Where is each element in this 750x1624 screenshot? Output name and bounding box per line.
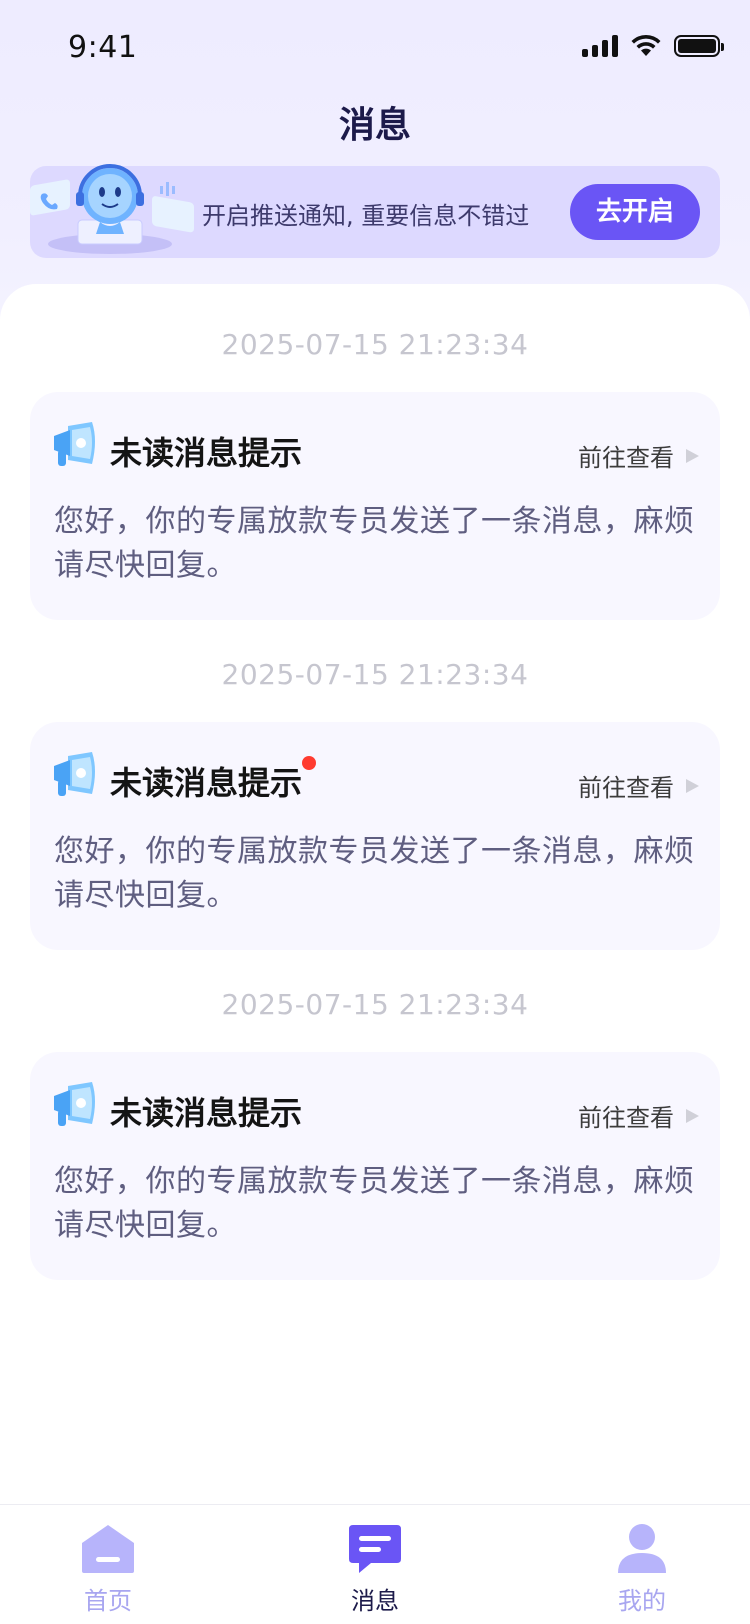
- tab-home-label: 首页: [84, 1587, 132, 1615]
- megaphone-icon: [54, 422, 95, 466]
- message-card[interactable]: 未读消息提示 前往查看 您好，你的专属放款专员发送了一条消息，麻烦请尽快回复。: [30, 1052, 720, 1280]
- bottom-tab-bar: 首页 消息 我的: [0, 1504, 750, 1624]
- message-group: 2025-07-15 21:23:34 未读消息提示 前往查看 您好，你的专属放…: [0, 658, 750, 950]
- tab-messages-label: 消息: [351, 1587, 399, 1615]
- message-body: 您好，你的专属放款专员发送了一条消息，麻烦请尽快回复。: [54, 1164, 695, 1243]
- view-message-link[interactable]: 前往查看: [578, 768, 700, 803]
- cellular-signal-icon: [582, 35, 618, 57]
- banner-text: 开启推送通知, 重要信息不错过: [202, 202, 530, 230]
- tab-profile[interactable]: 我的: [582, 1523, 702, 1616]
- message-body: 您好，你的专属放款专员发送了一条消息，麻烦请尽快回复。: [54, 504, 695, 583]
- battery-icon: [674, 35, 724, 57]
- message-group: 2025-07-15 21:23:34 未读消息提示 前往查看 您好，你的专属放…: [0, 988, 750, 1280]
- message-timestamp: 2025-07-15 21:23:34: [221, 328, 529, 361]
- status-time: 9:41: [68, 30, 138, 65]
- tab-messages[interactable]: 消息: [315, 1523, 435, 1616]
- view-message-link[interactable]: 前往查看: [578, 438, 700, 473]
- page-title: 消息: [338, 105, 411, 146]
- message-icon: [349, 1525, 401, 1573]
- triangle-right-icon: [686, 778, 699, 793]
- message-body: 您好，你的专属放款专员发送了一条消息，麻烦请尽快回复。: [54, 834, 695, 913]
- view-message-label: 前往查看: [578, 444, 674, 472]
- home-icon: [82, 1525, 134, 1573]
- message-title: 未读消息提示: [110, 764, 303, 802]
- message-card[interactable]: 未读消息提示 前往查看 您好，你的专属放款专员发送了一条消息，麻烦请尽快回复。: [30, 722, 720, 950]
- status-bar: 9:41: [0, 0, 750, 96]
- view-message-label: 前往查看: [578, 774, 674, 802]
- push-notification-banner[interactable]: 开启推送通知, 重要信息不错过 去开启: [30, 164, 720, 258]
- wifi-icon: [631, 34, 661, 56]
- view-message-link[interactable]: 前往查看: [578, 1098, 700, 1133]
- status-icons: [582, 34, 724, 58]
- message-timestamp: 2025-07-15 21:23:34: [221, 988, 529, 1021]
- message-timestamp: 2025-07-15 21:23:34: [221, 658, 529, 691]
- unread-dot: [302, 756, 316, 770]
- message-title: 未读消息提示: [110, 1094, 303, 1132]
- tab-profile-label: 我的: [618, 1587, 666, 1615]
- enable-push-button[interactable]: 去开启: [570, 184, 700, 240]
- message-group: 2025-07-15 21:23:34 未读消息提示 前往查看 您好，你的专属放…: [0, 328, 750, 620]
- tab-home[interactable]: 首页: [48, 1523, 168, 1616]
- view-message-label: 前往查看: [578, 1104, 674, 1132]
- message-list[interactable]: 2025-07-15 21:23:34 未读消息提示 前往查看 您好，你的专属放…: [0, 284, 750, 1504]
- triangle-right-icon: [686, 1108, 699, 1123]
- message-card[interactable]: 未读消息提示 前往查看 您好，你的专属放款专员发送了一条消息，麻烦请尽快回复。: [30, 392, 720, 620]
- triangle-right-icon: [686, 448, 699, 463]
- message-title: 未读消息提示: [110, 434, 303, 472]
- megaphone-icon: [54, 1082, 95, 1126]
- megaphone-icon: [54, 752, 95, 796]
- user-icon: [618, 1524, 666, 1573]
- customer-service-illustration-icon: [30, 164, 194, 254]
